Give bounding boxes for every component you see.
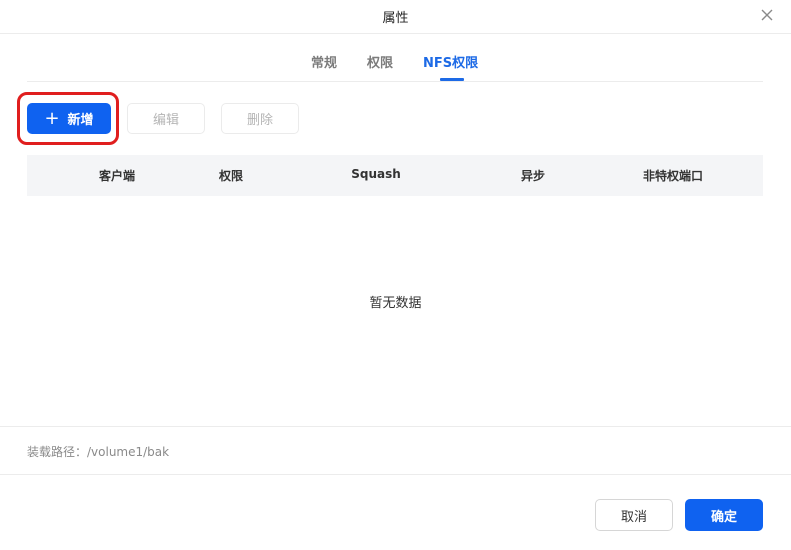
tab-bar: 常规 权限 NFS权限: [27, 34, 763, 82]
cancel-button[interactable]: 取消: [595, 499, 673, 531]
dialog-header: 属性: [0, 0, 791, 34]
divider: [0, 474, 791, 475]
column-header-permission[interactable]: 权限: [219, 167, 243, 184]
column-header-async[interactable]: 异步: [521, 167, 545, 184]
table-header: 客户端 权限 Squash 异步 非特权端口: [27, 155, 763, 196]
mount-path: 装载路径：/volume1/bak: [27, 445, 170, 459]
close-icon[interactable]: [759, 7, 775, 23]
delete-button[interactable]: 删除: [221, 103, 299, 134]
add-button-label: 新增: [67, 113, 94, 128]
dialog-title: 属性: [382, 11, 409, 26]
tab-nfs-permissions[interactable]: NFS权限: [423, 52, 478, 71]
add-button[interactable]: + 新增: [27, 103, 111, 134]
empty-state-text: 暂无数据: [369, 296, 422, 311]
edit-button[interactable]: 编辑: [127, 103, 205, 134]
confirm-button[interactable]: 确定: [685, 499, 763, 531]
column-header-client[interactable]: 客户端: [99, 167, 135, 184]
column-header-unprivileged-port[interactable]: 非特权端口: [643, 167, 703, 184]
plus-icon: +: [44, 107, 60, 129]
column-header-squash[interactable]: Squash: [351, 167, 401, 181]
active-tab-indicator: [440, 78, 464, 81]
tab-general[interactable]: 常规: [311, 52, 337, 71]
divider: [0, 426, 791, 427]
tab-permissions[interactable]: 权限: [367, 52, 393, 71]
